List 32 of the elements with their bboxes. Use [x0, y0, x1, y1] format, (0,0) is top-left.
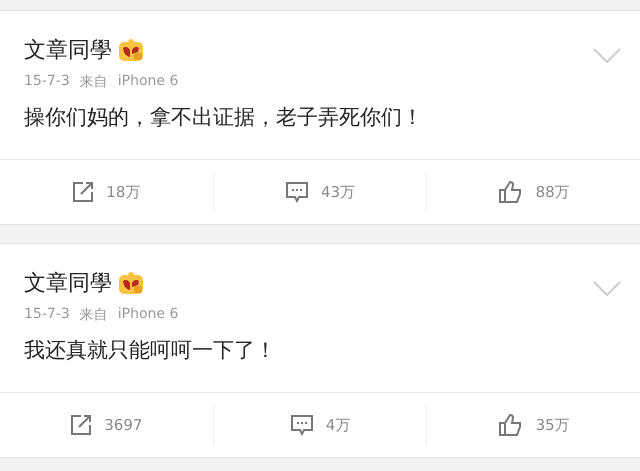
- post-text: 我还真就只能呵呵一下了！: [24, 337, 276, 364]
- crown-badge-icon: [118, 271, 144, 295]
- share-icon: [70, 414, 92, 436]
- repost-button[interactable]: 3697: [0, 405, 214, 445]
- like-count: 88万: [536, 182, 570, 202]
- like-count: 35万: [536, 416, 570, 434]
- post-date: 15-7-3: [24, 306, 70, 324]
- author-name[interactable]: 文章同學: [24, 268, 112, 298]
- source-label: 来自: [80, 73, 108, 91]
- author-name[interactable]: 文章同學: [24, 35, 112, 65]
- comment-button[interactable]: 4万: [214, 405, 428, 445]
- repost-button[interactable]: 18万: [0, 172, 214, 212]
- comment-count: 4万: [326, 416, 350, 434]
- comment-button[interactable]: 43万: [214, 172, 428, 212]
- post-source: iPhone 6: [118, 73, 178, 91]
- post-text: 操你们妈的，拿不出证据，老子弄死你们！: [24, 104, 423, 131]
- comment-count: 43万: [320, 182, 356, 202]
- comment-icon: [290, 414, 314, 436]
- repost-count: 18万: [106, 182, 140, 202]
- share-icon: [72, 181, 94, 203]
- thumbs-up-icon: [498, 180, 524, 204]
- comment-icon: [284, 181, 309, 203]
- source-label: 来自: [80, 306, 108, 324]
- post-date: 15-7-3: [24, 73, 70, 91]
- repost-count: 3697: [104, 416, 142, 434]
- chevron-down-icon[interactable]: [592, 47, 622, 65]
- crown-badge-icon: [118, 38, 144, 62]
- like-button[interactable]: 88万: [427, 172, 640, 212]
- chevron-down-icon[interactable]: [592, 280, 622, 298]
- like-button[interactable]: 35万: [427, 405, 640, 445]
- thumbs-up-icon: [498, 413, 524, 437]
- post-source: iPhone 6: [118, 306, 178, 324]
